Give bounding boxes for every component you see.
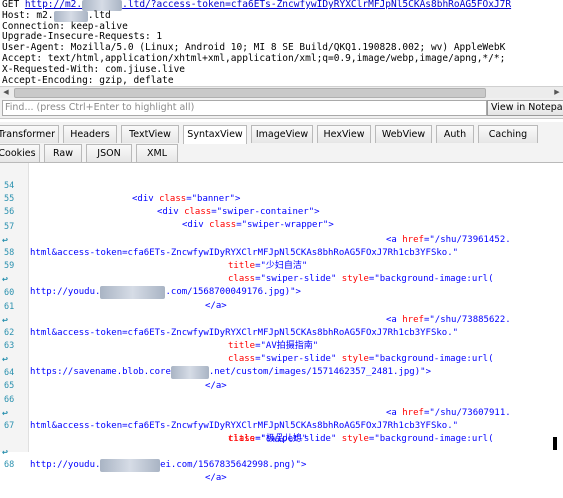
tab-caching[interactable]: Caching <box>478 125 538 143</box>
host-header: Host: m2.xxxxxx.ltd <box>2 9 111 22</box>
tab-syntaxview[interactable]: SyntaxView <box>183 125 247 144</box>
code-line-wrapped: ↩ http://youdu.xxxxxxxxxxxx.com/15687000… <box>2 274 301 299</box>
code-line: 54 <div class="banner"> <box>4 181 241 204</box>
find-bar: Find... (press Ctrl+Enter to highlight a… <box>0 98 563 119</box>
code-line: 59 class="swiper-slide" style="backgroun… <box>4 261 494 284</box>
tab-raw[interactable]: Raw <box>44 144 82 163</box>
code-line: 55 <div class="swiper-container"> <box>4 194 320 217</box>
code-line: 58 title="少妇自洁" <box>4 248 308 271</box>
code-line: 63 class="swiper-slide" style="backgroun… <box>4 341 494 364</box>
syntax-code-view[interactable]: 54 <div class="banner"> 55 <div class="s… <box>0 162 563 483</box>
header-line: X-Requested-With: com.jiuse.live <box>2 63 186 75</box>
tab-cookies[interactable]: Cookies <box>0 144 40 163</box>
tab-hexview[interactable]: HexView <box>317 125 371 143</box>
tab-headers[interactable]: Headers <box>63 125 117 143</box>
code-line: 61 <a href="/shu/73885622. <box>4 302 511 325</box>
scrollbar-thumb[interactable] <box>14 88 486 98</box>
request-headers-pane[interactable]: GET http://m2.xxxxxxx.ltd/?access-token=… <box>0 0 563 87</box>
code-line: class="swiper-slide" style="background-i… <box>228 434 494 444</box>
tab-row-2: Cookies Raw JSON XML <box>0 144 563 163</box>
code-line: 67 title="极品儿媳" <box>4 421 308 444</box>
code-line: 64 </a> <box>4 368 227 391</box>
find-input[interactable]: Find... (press Ctrl+Enter to highlight a… <box>2 100 487 116</box>
request-url[interactable]: http://m2.xxxxxxx.ltd/?access-token=cfa6… <box>25 0 511 11</box>
tab-imageview[interactable]: ImageView <box>251 125 313 143</box>
code-line-wrapped: ↩ html&access-token=cfa6ETs-ZncwfywIDyRY… <box>2 315 459 338</box>
code-line: 68 </a> <box>4 460 227 483</box>
code-line-wrapped: ↩ html&access-token=cfa6ETs-ZncwfywIDyRY… <box>2 408 459 431</box>
tab-xml[interactable]: XML <box>136 144 178 163</box>
code-line: 62 title="AV拍摄指南" <box>4 328 319 351</box>
tab-textview[interactable]: TextView <box>121 125 179 143</box>
code-line-wrapped: ↩ http://youdu.xxxxxxxxxxxei.com/1567835… <box>2 447 307 472</box>
request-method: GET <box>2 0 20 10</box>
header-line: Accept-Encoding: gzip, deflate <box>2 74 174 86</box>
scroll-right-icon[interactable]: ▶ <box>551 87 563 98</box>
code-line-wrapped: ↩ html&access-token=cfa6ETs-ZncwfywIDyRY… <box>2 235 459 258</box>
tab-transformer[interactable]: Transformer <box>0 125 59 143</box>
code-line: 57 <a href="/shu/73961452. <box>4 222 511 245</box>
code-line: 56 <div class="swiper-wrapper"> <box>4 207 334 230</box>
text-cursor <box>553 437 557 450</box>
code-line: 65 <box>4 381 15 391</box>
inspector-tabs: Transformer Headers TextView SyntaxView … <box>0 122 563 163</box>
tab-json[interactable]: JSON <box>86 144 132 163</box>
code-line-wrapped: ↩ https://savename.blob.corexxxxxxx.net/… <box>2 354 431 379</box>
code-line: 60 </a> <box>4 288 227 311</box>
tab-auth[interactable]: Auth <box>436 125 474 143</box>
view-in-notepad-button[interactable]: View in Notepad <box>487 100 563 116</box>
tab-webview[interactable]: WebView <box>375 125 432 143</box>
redacted-region: xxxxxxxxxxx <box>100 459 161 472</box>
scroll-left-icon[interactable]: ◀ <box>0 87 12 98</box>
code-line: 66 <a href="/shu/73607911. <box>4 395 511 418</box>
tab-row-1: Transformer Headers TextView SyntaxView … <box>0 125 563 144</box>
redacted-region: xxxxxx <box>53 10 88 22</box>
